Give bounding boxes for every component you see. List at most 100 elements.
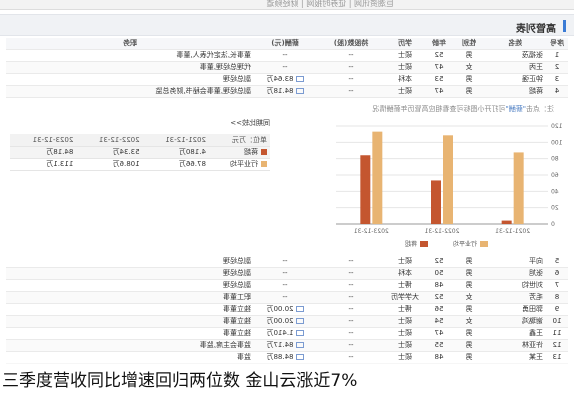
row-education: 本科 bbox=[386, 73, 424, 86]
row-name: 钟正强 bbox=[484, 73, 546, 86]
row-gender: 男 bbox=[454, 279, 484, 292]
row-name-text: 许亚林 bbox=[522, 341, 543, 349]
row-salary[interactable]: 1.410万 bbox=[254, 327, 316, 340]
row-age: 52 bbox=[424, 291, 454, 304]
salary-chart-icon[interactable] bbox=[295, 318, 304, 324]
row-title: 副总经理 bbox=[6, 267, 254, 280]
row-education: 博士 bbox=[386, 303, 424, 316]
y-tick-label: 20 bbox=[551, 205, 559, 212]
row-gender-text: 女 bbox=[465, 293, 473, 301]
row-title: 独立董事 bbox=[6, 303, 254, 316]
col-index: 序号 bbox=[546, 38, 568, 50]
table-row: 3 钟正强 男 53 本科 -- 83.64万 副总经理 bbox=[6, 73, 568, 86]
row-salary-text: 1.410万 bbox=[266, 329, 294, 337]
row-gender-text: 男 bbox=[465, 257, 473, 265]
row-index-text: 10 bbox=[552, 317, 562, 325]
row-index: 2 bbox=[546, 61, 568, 74]
row-education: 大学学历 bbox=[386, 291, 424, 304]
row-salary[interactable]: 84.17万 bbox=[254, 339, 316, 352]
row-index-text: 5 bbox=[554, 257, 560, 265]
compare-value: 53.34万 bbox=[76, 146, 143, 158]
salary-chart-icon[interactable] bbox=[295, 88, 304, 94]
row-education-text: 本科 bbox=[398, 75, 412, 83]
row-gender-text: 男 bbox=[465, 329, 473, 337]
col-age: 年龄 bbox=[424, 38, 454, 50]
row-name-text: 向平 bbox=[529, 257, 543, 265]
row-salary-text: -- bbox=[282, 293, 288, 301]
compare-row-industry[interactable]: 行业平均 87.66万 108.6万 113.1万 bbox=[10, 158, 270, 170]
row-age-text: 47 bbox=[434, 63, 444, 71]
row-shares: -- bbox=[316, 339, 386, 352]
salary-chart-icon[interactable] bbox=[295, 342, 304, 348]
row-age-text: 52 bbox=[434, 257, 444, 265]
row-name-text: 钟正强 bbox=[522, 75, 543, 83]
row-salary: -- bbox=[254, 267, 316, 280]
row-shares: -- bbox=[316, 267, 386, 280]
row-salary[interactable]: 20.00万 bbox=[254, 315, 316, 328]
compare-value: 108.6万 bbox=[76, 158, 143, 170]
row-name: 张福茂 bbox=[484, 49, 546, 62]
row-shares: -- bbox=[316, 73, 386, 86]
row-title: 董事长,法定代表人,董事 bbox=[6, 49, 254, 62]
row-index: 3 bbox=[546, 73, 568, 86]
table-header-row: 序号 姓名 性别 年龄 学历 持股数(股) 薪酬(元) 职务 bbox=[6, 38, 568, 50]
legend-swatch bbox=[480, 241, 488, 247]
row-shares: -- bbox=[316, 291, 386, 304]
row-education-text: 硕士 bbox=[398, 329, 412, 337]
row-age-text: 50 bbox=[434, 269, 444, 277]
row-education-text: 硕士 bbox=[398, 341, 412, 349]
row-name-text: 王鑫 bbox=[529, 329, 543, 337]
row-gender-text: 女 bbox=[465, 63, 473, 71]
row-title-text: 独立董事 bbox=[223, 305, 251, 313]
row-salary: -- bbox=[254, 291, 316, 304]
row-salary[interactable]: 84.18万 bbox=[254, 85, 316, 98]
col-title: 职务 bbox=[6, 38, 254, 50]
salary-chart-icon[interactable] bbox=[295, 306, 304, 312]
row-shares: -- bbox=[316, 315, 386, 328]
row-education: 硕士 bbox=[386, 49, 424, 62]
executive-table-bottom: 5 向平男 52 硕士 -- -- 副总经理 6 张旭男 50 本科 -- -- 副总经理 7 刘世钧男 48 博… bbox=[6, 256, 568, 364]
row-shares: -- bbox=[316, 279, 386, 292]
row-salary: -- bbox=[254, 256, 316, 268]
row-index: 5 bbox=[546, 256, 568, 268]
row-gender-text: 男 bbox=[465, 269, 473, 277]
row-name: 张旭 bbox=[484, 267, 546, 280]
salary-chart-icon[interactable] bbox=[295, 76, 304, 82]
news-headline: 三季度营收同比增速回归两位数 金山云涨近7% bbox=[0, 362, 574, 400]
row-gender: 女 bbox=[454, 291, 484, 304]
row-index-text: 8 bbox=[554, 293, 560, 301]
note-link[interactable]: "薪酬" bbox=[506, 105, 526, 113]
row-name: 王鑫 bbox=[484, 327, 546, 340]
compare-row-person[interactable]: 蒋超 4.180万 53.34万 84.18万 bbox=[10, 146, 270, 158]
col-name: 姓名 bbox=[484, 38, 546, 50]
bar-industry bbox=[372, 131, 383, 224]
row-age: 54 bbox=[424, 315, 454, 328]
row-name-text: 刘世钧 bbox=[522, 281, 543, 289]
row-name-text: 张旭 bbox=[529, 269, 543, 277]
row-gender: 男 bbox=[454, 267, 484, 280]
row-salary[interactable]: 83.64万 bbox=[254, 73, 316, 86]
row-salary: -- bbox=[254, 61, 316, 74]
salary-chart-icon[interactable] bbox=[295, 354, 304, 360]
salary-chart-icon[interactable] bbox=[295, 330, 304, 336]
row-gender: 男 bbox=[454, 85, 484, 98]
row-age: 56 bbox=[424, 303, 454, 316]
row-salary-text: 84.88万 bbox=[266, 353, 294, 361]
table-row: 12 许亚林 男 55 硕士 -- 84.17万 监事会主席,监事 bbox=[6, 339, 568, 352]
row-index-text: 2 bbox=[554, 63, 560, 71]
row-salary-text: -- bbox=[282, 51, 288, 59]
compare-unit: 单位：万元 bbox=[208, 134, 270, 146]
row-title: 副总经理 bbox=[6, 279, 254, 292]
row-age: 47 bbox=[424, 61, 454, 74]
salary-note: 注：点击"薪酬"可打开小图标可查看相应高管历年薪酬情况 bbox=[373, 104, 554, 114]
row-name: 郭田勇 bbox=[484, 303, 546, 316]
table-row: 7 刘世钧 男 48 博士 -- -- 副总经理 bbox=[6, 279, 568, 292]
row-salary-text: -- bbox=[282, 269, 288, 277]
row-education: 硕士 bbox=[386, 315, 424, 328]
row-gender-text: 男 bbox=[465, 51, 473, 59]
row-name: 王丙 bbox=[484, 61, 546, 74]
row-title-text: 职工董事 bbox=[223, 293, 251, 301]
row-education-text: 硕士 bbox=[398, 87, 412, 95]
compare-title-link[interactable]: 同期比较>> bbox=[230, 118, 270, 128]
row-salary[interactable]: 20.00万 bbox=[254, 303, 316, 316]
